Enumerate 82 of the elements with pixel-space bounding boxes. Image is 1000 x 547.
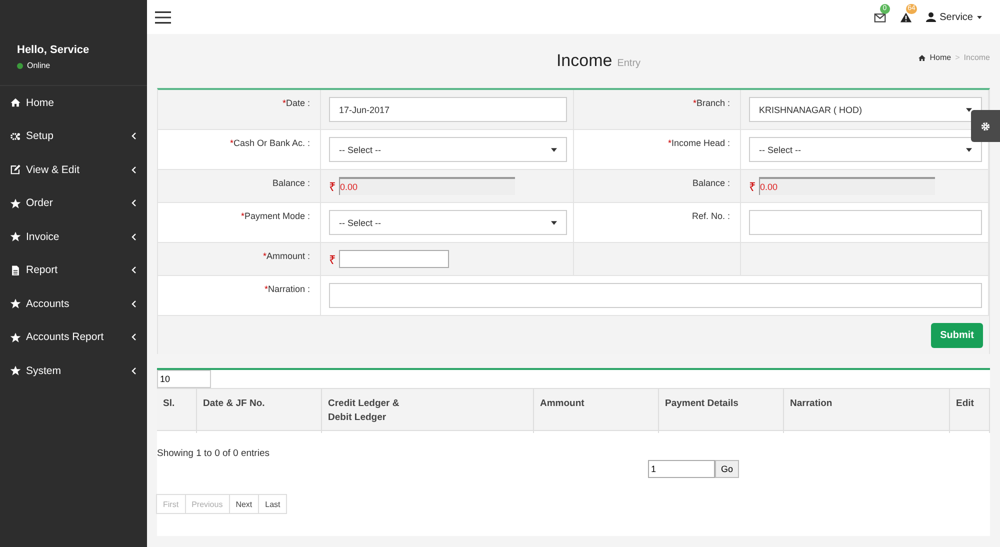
sidebar-item[interactable]: Setup <box>0 120 147 153</box>
caret-icon <box>966 108 972 112</box>
field-label: *Ammount : <box>262 251 310 261</box>
settings-icon <box>980 120 991 132</box>
select-field[interactable]: -- Select -- <box>329 137 567 162</box>
sidebar-item-label: System <box>26 364 62 377</box>
balance-field: 0.00 <box>759 177 935 195</box>
text-field[interactable]: 17-Jun-2017 <box>329 97 567 122</box>
go-button[interactable]: Go <box>714 460 739 478</box>
envelope-icon[interactable] <box>874 12 886 22</box>
star-icon <box>10 298 21 310</box>
gears-icon <box>10 130 21 142</box>
sidebar-item[interactable]: Accounts Report <box>0 320 147 354</box>
sidebar-item-label: Setup <box>26 130 54 142</box>
column-header[interactable]: Credit Ledger & Debit Ledger <box>322 389 534 433</box>
user-icon <box>926 12 936 22</box>
narration-field[interactable] <box>329 283 982 308</box>
column-header[interactable]: Narration <box>784 389 950 433</box>
sidebar-item[interactable]: Invoice <box>0 220 147 254</box>
star-icon <box>10 332 21 343</box>
field-label: *Cash Or Bank Ac. : <box>230 138 310 148</box>
amount-field[interactable] <box>339 250 449 268</box>
warning-icon[interactable] <box>900 12 912 22</box>
sidebar-item-label: View & Edit <box>26 164 80 176</box>
user-greeting: Hello, Service <box>17 44 90 56</box>
caret-icon <box>977 16 982 18</box>
column-header[interactable]: Ammount <box>534 389 659 433</box>
page-number-field[interactable]: 1 <box>648 460 715 478</box>
balance-field: 0.00 <box>339 177 515 195</box>
caret-icon <box>551 148 557 152</box>
caret-icon <box>551 220 557 224</box>
user-menu[interactable]: Service <box>926 12 982 22</box>
field-label: *Branch : <box>692 98 730 108</box>
field-label: *Narration : <box>264 284 310 294</box>
pagination-button[interactable]: Next <box>228 494 260 514</box>
document-icon <box>10 264 21 276</box>
page-title: Income <box>556 51 612 70</box>
field-label: Balance : <box>692 178 730 188</box>
home-icon <box>10 97 21 108</box>
sidebar-item-label: Home <box>26 96 56 109</box>
sidebar-item-label: Accounts Report <box>26 331 105 344</box>
sidebar-item-label: Invoice <box>26 230 60 243</box>
sidebar-item[interactable]: View & Edit <box>0 153 147 186</box>
sidebar-item[interactable]: Report <box>0 254 147 287</box>
sidebar-item[interactable]: Home <box>0 86 147 120</box>
sidebar-item-label: Report <box>26 264 59 276</box>
field-label: *Date : <box>282 98 310 108</box>
page-size-field[interactable]: 10 <box>157 370 211 388</box>
star-icon <box>10 231 21 242</box>
status-label: Online <box>27 61 50 70</box>
entries-info: Showing 1 to 0 of 0 entries <box>157 448 270 459</box>
pagination-button[interactable]: Last <box>258 494 288 514</box>
currency-symbol: ₹ <box>329 252 336 268</box>
star-icon <box>10 198 21 209</box>
column-header[interactable]: Payment Details <box>659 389 784 433</box>
currency-symbol: ₹ <box>329 178 336 194</box>
sidebar-item[interactable]: Accounts <box>0 287 147 320</box>
breadcrumb-link[interactable]: Home <box>930 53 952 62</box>
edit-icon <box>10 164 21 176</box>
column-header[interactable]: Sl. <box>157 389 197 433</box>
star-icon <box>10 365 21 376</box>
menu-icon[interactable] <box>155 10 171 24</box>
column-header[interactable]: Edit <box>950 389 990 433</box>
currency-symbol: ₹ <box>749 178 756 194</box>
column-header[interactable]: Date & JF No. <box>197 389 322 433</box>
caret-icon <box>966 148 972 152</box>
select-field[interactable]: -- Select -- <box>329 210 567 235</box>
field-label: *Income Head : <box>668 138 730 148</box>
breadcrumb-separator: > <box>955 53 960 62</box>
page-subtitle: Entry <box>617 58 641 69</box>
sidebar-item[interactable]: Order <box>0 186 147 220</box>
field-label: Ref. No. : <box>692 211 730 221</box>
sidebar-item[interactable]: System <box>0 354 147 388</box>
home-icon <box>918 54 926 62</box>
sidebar-item-label: Accounts <box>26 298 70 310</box>
select-field[interactable]: KRISHNANAGAR ( HOD) <box>749 97 982 122</box>
text-field[interactable] <box>749 210 982 235</box>
select-field[interactable]: -- Select -- <box>749 137 982 162</box>
field-label: *Payment Mode : <box>240 211 310 221</box>
sidebar-item-label: Order <box>26 197 54 210</box>
field-label: Balance : <box>272 178 310 188</box>
settings-tab[interactable] <box>971 110 1000 142</box>
